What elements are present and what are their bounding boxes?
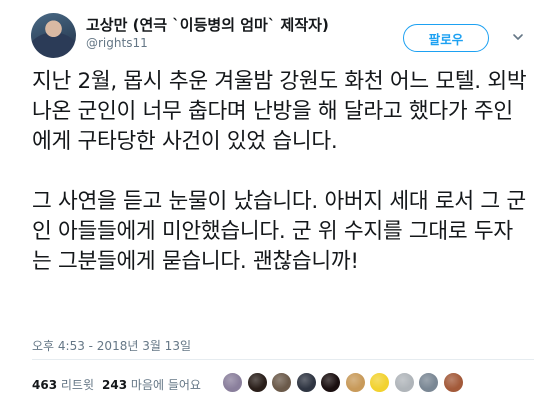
liker-avatar[interactable] [295, 372, 317, 393]
liker-avatar[interactable] [246, 372, 268, 393]
liker-avatar[interactable] [393, 372, 415, 393]
tweet-text: 지난 2월, 몹시 추운 겨울밤 강원도 화천 어느 모텔. 외박 나온 군인이… [32, 67, 532, 277]
liker-avatars [222, 372, 467, 393]
tweet-stats: 463 리트윗 243 마음에 들어요 [32, 376, 201, 393]
liker-avatar[interactable] [442, 372, 464, 393]
liker-avatar[interactable] [222, 372, 243, 393]
retweet-count: 463 [32, 378, 58, 392]
user-handle[interactable]: @rights11 [86, 36, 148, 50]
divider [32, 359, 534, 360]
liker-avatar[interactable] [418, 372, 439, 393]
retweet-label: 리트윗 [60, 378, 95, 392]
tweet-paragraph: 지난 2월, 몹시 추운 겨울밤 강원도 화천 어느 모텔. 외박 나온 군인이… [32, 69, 527, 154]
tweet-timestamp[interactable]: 오후 4:53 - 2018년 3월 13일 [32, 337, 191, 354]
liker-avatar[interactable] [271, 372, 292, 393]
like-count: 243 [102, 378, 128, 392]
display-name[interactable]: 고상만 (연극 `이등병의 엄마` 제작자) [86, 14, 329, 35]
liker-avatar[interactable] [320, 372, 341, 393]
chevron-down-icon[interactable] [511, 30, 525, 44]
avatar[interactable] [31, 13, 76, 58]
retweet-stat[interactable]: 463 리트윗 [32, 378, 94, 392]
tweet-paragraph: 그 사연을 듣고 눈물이 났습니다. 아버지 세대 로서 그 군인 아들들에게 … [32, 189, 526, 274]
follow-button[interactable]: 팔로우 [403, 24, 489, 52]
like-stat[interactable]: 243 마음에 들어요 [102, 378, 201, 392]
like-label: 마음에 들어요 [130, 378, 201, 392]
liker-avatar[interactable] [344, 372, 366, 393]
liker-avatar[interactable] [369, 372, 390, 393]
